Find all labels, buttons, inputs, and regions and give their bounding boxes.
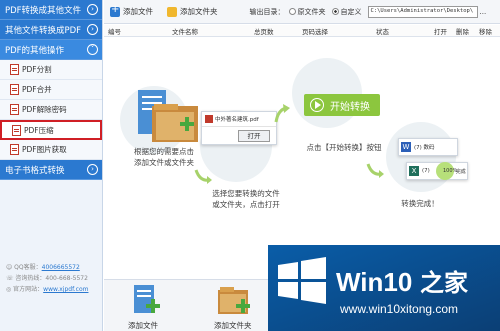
- sidebar-item-unlock[interactable]: PDF解除密码: [0, 100, 102, 120]
- category-pdf-to-other[interactable]: PDF转换成其他文件 ›: [0, 0, 102, 20]
- category-label: 其他文件转换成PDF: [5, 25, 82, 36]
- sidebar: PDF转换成其他文件 › 其他文件转换成PDF › PDF的其他操作 ˅ PDF…: [0, 0, 103, 331]
- col-pages: 总页数: [254, 28, 274, 36]
- radio-custom[interactable]: [331, 8, 339, 15]
- category-label: 电子书格式转换: [5, 165, 65, 176]
- col-open: 打开: [434, 28, 447, 36]
- sidebar-item-label: PDF图片获取: [22, 145, 67, 154]
- play-icon: [310, 98, 324, 112]
- col-page-select: 页码选择: [302, 28, 328, 36]
- sidebar-item-label: PDF合并: [22, 85, 52, 94]
- col-number: 编号: [108, 28, 121, 36]
- start-convert-illustration: 开始转换: [304, 94, 380, 116]
- add-folder-label: 添加文件夹: [214, 321, 252, 330]
- chevron-right-icon: ›: [87, 4, 98, 15]
- category-ebook-convert[interactable]: 电子书格式转换 ›: [0, 160, 102, 180]
- step4-circle: [386, 122, 456, 192]
- add-files-illustration: [138, 90, 198, 142]
- output-dir-label: 输出目录：: [249, 7, 285, 16]
- step3-caption: 点击【开始转换】按钮: [306, 143, 382, 152]
- toolbar: 添加文件 添加文件夹 输出目录： 原文件夹 自定义 C:\Users\Admin…: [104, 0, 500, 24]
- chevron-right-icon: ›: [87, 164, 98, 175]
- pdf-file-icon: [10, 84, 19, 95]
- chevron-down-icon: ˅: [87, 44, 98, 55]
- file-table-header: 编号 文件名称 总页数 页码选择 状态 打开 删除 移除: [104, 25, 500, 37]
- sidebar-item-label: PDF压缩: [24, 125, 54, 135]
- step3-circle: [292, 58, 362, 128]
- col-filename: 文件名称: [172, 28, 198, 36]
- add-file-button[interactable]: 添加文件: [110, 4, 153, 17]
- contact-info: ☺ QQ客服：4006665572 ☏ 咨询热线：400-668-5572 ◎ …: [6, 264, 89, 293]
- pdf-file-icon: [10, 64, 19, 75]
- watermark-brand: Win10: [336, 267, 412, 297]
- output-path-field[interactable]: C:\Users\Administrator\Desktop\: [367, 5, 478, 18]
- browse-button[interactable]: ...: [480, 8, 487, 16]
- excel-icon: X: [409, 166, 419, 176]
- add-file-label: 添加文件: [128, 321, 158, 330]
- pdf-file-icon: [12, 124, 21, 136]
- folder-icon: [167, 6, 177, 17]
- sidebar-item-split[interactable]: PDF分割: [0, 60, 102, 80]
- result-row-1: W (7) 数码: [398, 138, 458, 156]
- usage-guide: 根据您的需要点击 添加文件或文件夹 中外著名建筑.pdf 打开 选择您要转换的文…: [104, 38, 500, 278]
- col-remove: 移除: [479, 28, 492, 36]
- step1-caption: 根据您的需要点击 添加文件或文件夹: [134, 147, 194, 167]
- col-delete: 删除: [456, 28, 469, 36]
- category-other-to-pdf[interactable]: 其他文件转换成PDF ›: [0, 20, 102, 40]
- arrow-icon: [274, 104, 290, 123]
- sidebar-item-compress[interactable]: PDF压缩: [0, 120, 102, 140]
- watermark-url: www.win10xitong.com: [339, 302, 458, 316]
- phone-icon: ☏: [6, 275, 16, 282]
- result-row-2: X (7) 100% 完成: [406, 162, 468, 180]
- pdf-file-icon: [205, 115, 213, 123]
- dialog-open-button: 打开: [238, 130, 270, 142]
- category-pdf-other-ops[interactable]: PDF的其他操作 ˅: [0, 40, 102, 60]
- sidebar-item-label: PDF分割: [22, 65, 52, 74]
- watermark-brand-suffix: 之家: [420, 269, 468, 297]
- phone-text: 咨询热线：400-668-5572: [15, 275, 88, 282]
- add-folder-button[interactable]: 添加文件夹: [167, 6, 218, 17]
- pdf-file-icon: [10, 104, 19, 115]
- qq-icon: ☺: [6, 264, 15, 271]
- sidebar-item-label: PDF解除密码: [22, 105, 67, 114]
- category-label: PDF转换成其他文件: [5, 5, 82, 16]
- dialog-file-name: 中外著名建筑.pdf: [215, 117, 259, 123]
- add-folder-large-button[interactable]: [216, 284, 254, 318]
- chevron-right-icon: ›: [87, 24, 98, 35]
- open-dialog-illustration: 中外著名建筑.pdf 打开: [201, 111, 277, 145]
- arrow-icon: [366, 163, 384, 178]
- pdf-file-icon: [10, 144, 19, 155]
- col-status: 状态: [376, 28, 389, 36]
- radio-original-folder[interactable]: [288, 8, 296, 15]
- add-file-icon: [110, 4, 120, 17]
- category-label: PDF的其他操作: [5, 45, 65, 56]
- sidebar-item-merge[interactable]: PDF合并: [0, 80, 102, 100]
- qq-link[interactable]: 4006665572: [42, 264, 80, 271]
- add-file-large-button[interactable]: [128, 284, 164, 318]
- win10-watermark: Win10 之家 www.win10xitong.com: [268, 245, 500, 331]
- word-icon: W: [401, 142, 411, 152]
- website-link[interactable]: www.xjpdf.com: [43, 286, 88, 293]
- step2-caption: 选择您要转换的文件 或文件夹，点击打开: [212, 189, 280, 209]
- step4-caption: 转换完成！: [401, 199, 439, 208]
- sidebar-item-extract-images[interactable]: PDF图片获取: [0, 140, 102, 160]
